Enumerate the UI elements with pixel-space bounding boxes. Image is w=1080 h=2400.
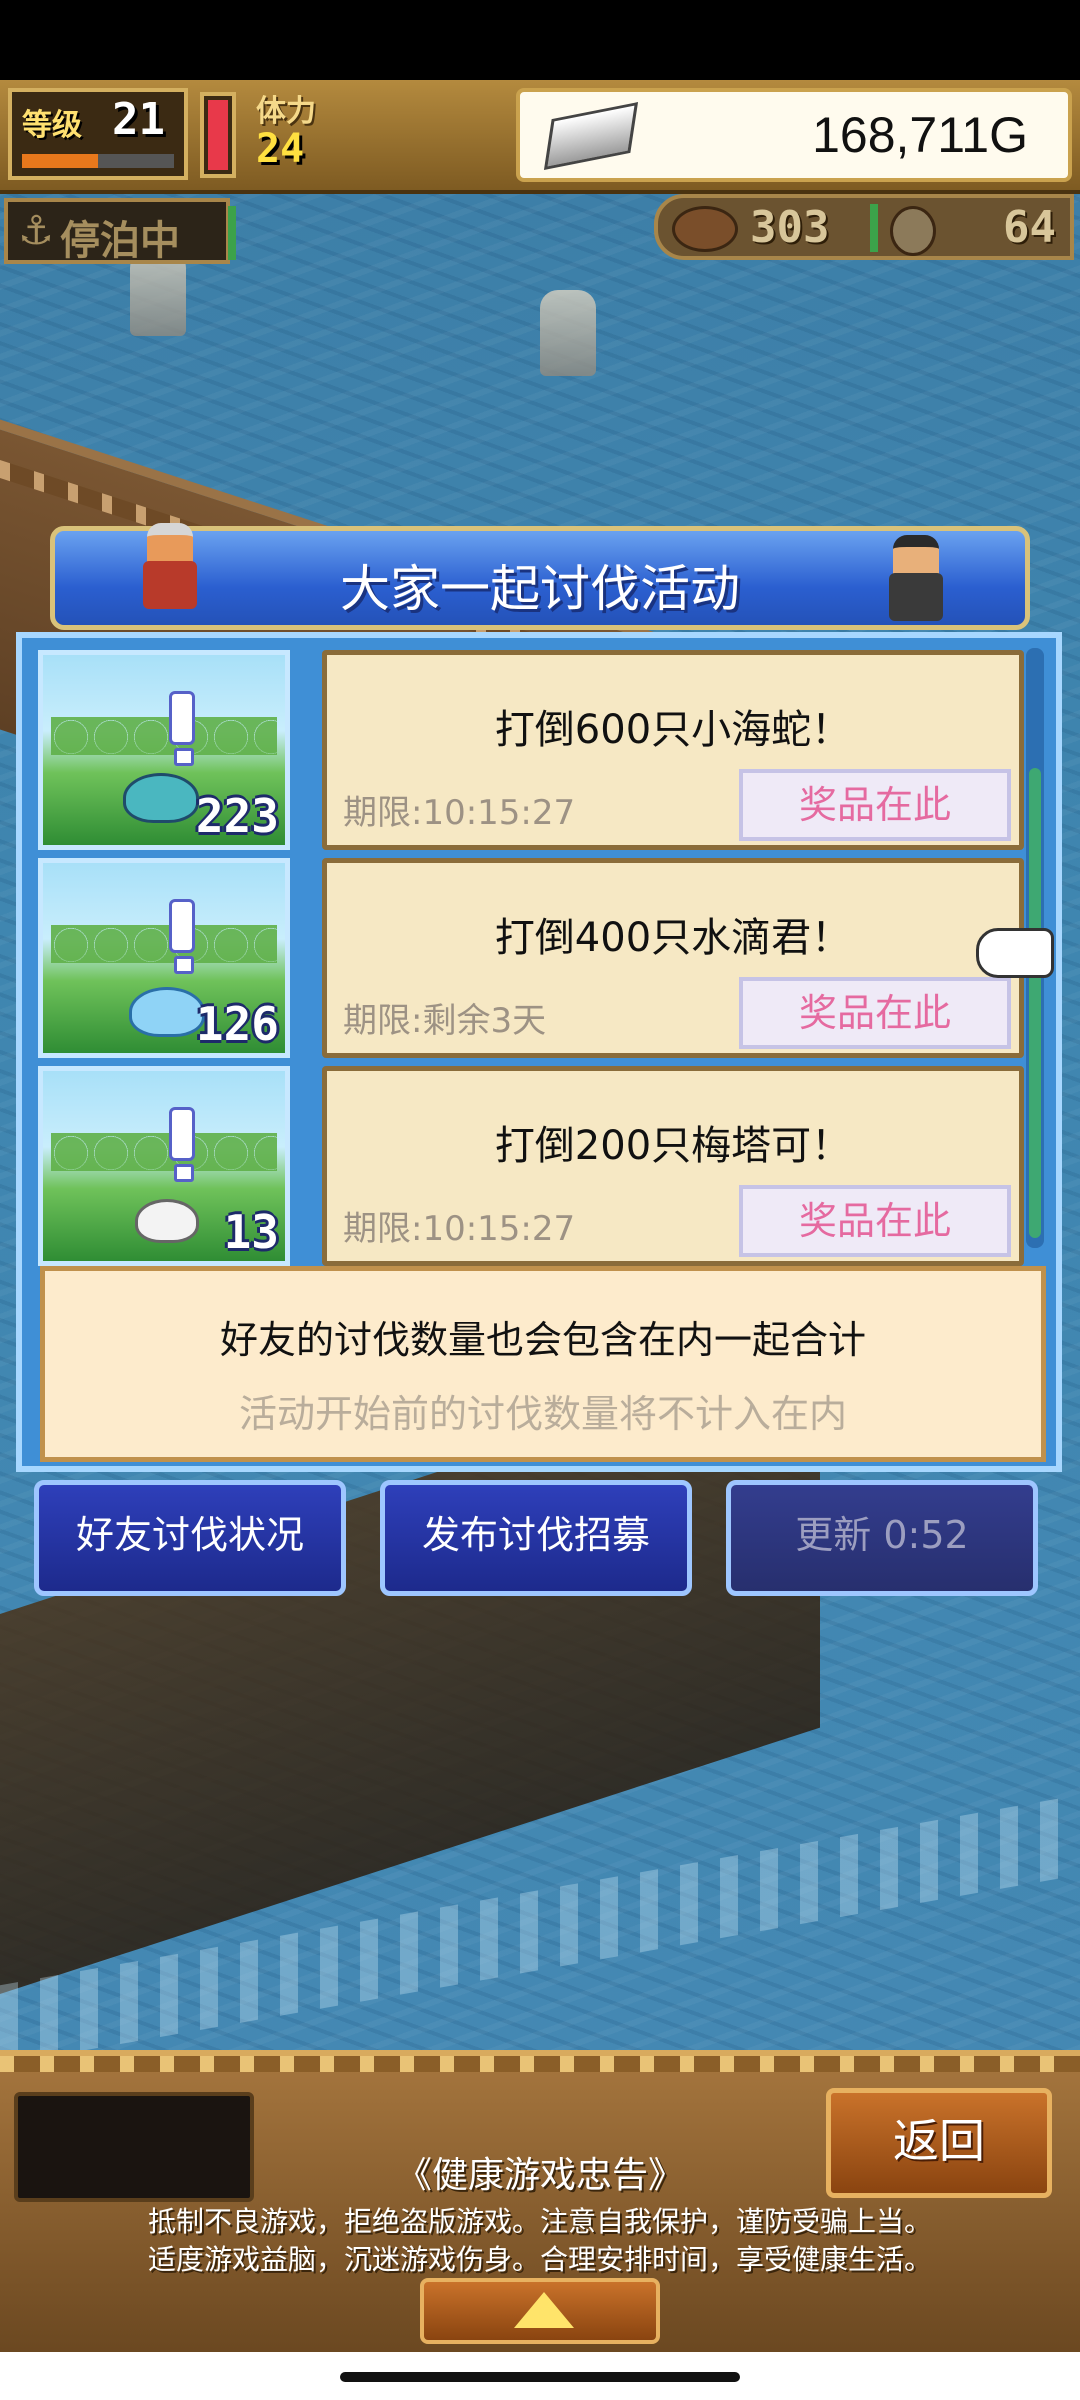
- status-indicator: [228, 206, 236, 260]
- level-label: 等级: [22, 108, 82, 143]
- anchor-icon: ⚓: [18, 208, 54, 254]
- lamp-post-right: [540, 290, 596, 376]
- scrollbar-thumb[interactable]: [1029, 768, 1041, 1238]
- gold-value: 168,711G: [812, 107, 1028, 163]
- quest-row[interactable]: 223 打倒600只小海蛇！ 期限:10:15:27 奖品在此: [38, 650, 1028, 850]
- event-note-sub: 活动开始前的讨伐数量将不计入在内: [238, 1392, 847, 1436]
- quest-card: 打倒600只小海蛇！ 期限:10:15:27 奖品在此: [322, 650, 1024, 850]
- moored-status: ⚓ 停泊中: [4, 198, 236, 264]
- event-note-main: 好友的讨伐数量也会包含在内一起合计: [219, 1318, 866, 1362]
- sea-snake-icon: [123, 773, 199, 823]
- quest-kill-count: 126: [195, 997, 279, 1051]
- quest-card: 打倒200只梅塔可！ 期限:10:15:27 奖品在此: [322, 1066, 1024, 1266]
- system-status-bar: [0, 0, 1080, 80]
- health-notice-title: 《健康游戏忠告》: [395, 2155, 684, 2196]
- prize-button[interactable]: 奖品在此: [739, 1185, 1011, 1257]
- system-nav-bar: [0, 2352, 1080, 2400]
- refresh-button[interactable]: 更新 0:52: [726, 1480, 1038, 1596]
- level-box: 等级 21: [8, 88, 188, 180]
- exclamation-icon: [169, 1107, 195, 1182]
- stamina-label: 体力: [256, 94, 316, 129]
- friend-status-button[interactable]: 好友讨伐状况: [34, 1480, 346, 1596]
- level-value: 21: [112, 94, 165, 145]
- quest-title: 打倒400只水滴君！: [494, 915, 852, 961]
- health-notice-line-2: 适度游戏益脑，沉迷游戏伤身。合理安排时间，享受健康生活。: [147, 2243, 932, 2276]
- quest-deadline: 期限:剩余3天: [343, 1001, 547, 1041]
- quest-title: 打倒600只小海蛇！: [494, 707, 852, 753]
- home-indicator[interactable]: [340, 2372, 740, 2382]
- level-progress-bar: [22, 154, 174, 168]
- hp-gauge: [200, 92, 236, 178]
- expand-menu-button[interactable]: [420, 2278, 660, 2344]
- health-notice-line-1: 抵制不良游戏，拒绝盗版游戏。注意自我保护，谨防受骗上当。: [147, 2205, 932, 2238]
- publish-recruit-button[interactable]: 发布讨伐招募: [380, 1480, 692, 1596]
- pointing-hand-icon: [976, 928, 1054, 978]
- top-hud: 等级 21 体力 24 168,711G: [0, 80, 1080, 194]
- event-dialog-title-bar: 大家一起讨伐活动: [50, 523, 1030, 630]
- exclamation-icon: [169, 899, 195, 974]
- resource-medal-value: 64: [1003, 202, 1056, 253]
- quest-kill-count: 223: [195, 789, 279, 843]
- silver-bar-icon: [543, 102, 639, 170]
- medal-icon: [890, 206, 936, 256]
- quest-kill-count: 13: [223, 1205, 279, 1259]
- quest-card: 打倒400只水滴君！ 期限:剩余3天 奖品在此: [322, 858, 1024, 1058]
- metaco-icon: [135, 1199, 199, 1243]
- water-drop-icon: [129, 987, 205, 1037]
- level-progress-fill: [22, 154, 98, 168]
- quest-row[interactable]: 13 打倒200只梅塔可！ 期限:10:15:27 奖品在此: [38, 1066, 1028, 1266]
- fish-icon: [672, 206, 738, 252]
- quest-deadline: 期限:10:15:27: [343, 1209, 576, 1249]
- moored-status-text: 停泊中: [60, 218, 180, 264]
- gold-box: 168,711G: [516, 88, 1072, 182]
- pirate-character-icon: [871, 525, 961, 629]
- quest-thumbnail: 13: [38, 1066, 290, 1266]
- quest-title: 打倒200只梅塔可！: [494, 1123, 852, 1169]
- exclamation-icon: [169, 691, 195, 766]
- bottom-panel: 返回 《健康游戏忠告》 抵制不良游戏，拒绝盗版游戏。注意自我保护，谨防受骗上当。…: [0, 2050, 1080, 2358]
- event-note-box: 好友的讨伐数量也会包含在内一起合计 活动开始前的讨伐数量将不计入在内: [40, 1266, 1046, 1462]
- event-dialog-body: 223 打倒600只小海蛇！ 期限:10:15:27 奖品在此 126 打倒40…: [16, 632, 1062, 1472]
- resource-box: 303 64: [654, 194, 1074, 260]
- quest-deadline: 期限:10:15:27: [343, 793, 576, 833]
- triangle-up-icon: [514, 2292, 574, 2328]
- prize-button[interactable]: 奖品在此: [739, 977, 1011, 1049]
- prize-button[interactable]: 奖品在此: [739, 769, 1011, 841]
- quest-thumbnail: 126: [38, 858, 290, 1058]
- panel-ornament: [0, 2056, 1080, 2072]
- quest-row[interactable]: 126 打倒400只水滴君！ 期限:剩余3天 奖品在此: [38, 858, 1028, 1058]
- resource-separator: [870, 204, 878, 252]
- stamina-value: 24: [256, 126, 305, 172]
- quest-thumbnail: 223: [38, 650, 290, 850]
- hp-gauge-fill: [208, 100, 228, 170]
- resource-fish-value: 303: [750, 202, 830, 253]
